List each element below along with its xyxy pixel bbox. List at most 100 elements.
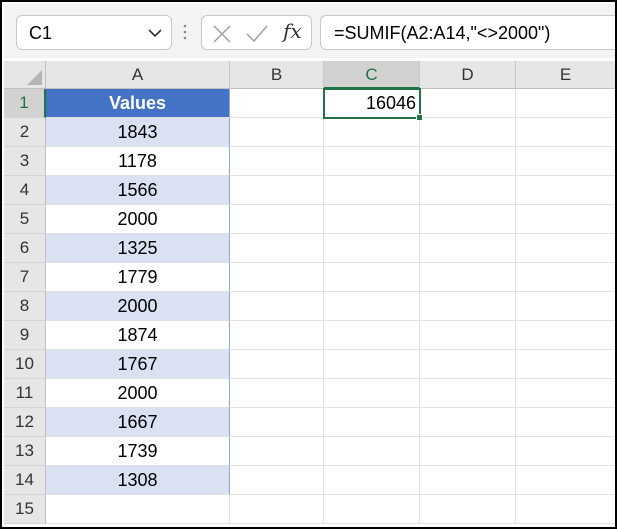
- cell-c10[interactable]: [324, 350, 420, 379]
- cell-c6[interactable]: [324, 234, 420, 263]
- cell-b1[interactable]: [230, 89, 324, 118]
- cell-e11[interactable]: [516, 379, 615, 408]
- formula-text[interactable]: =SUMIF(A2:A14,"<>2000"): [334, 23, 550, 44]
- cell-c14[interactable]: [324, 466, 420, 495]
- name-box-value[interactable]: C1: [29, 23, 52, 44]
- cell-c4[interactable]: [324, 176, 420, 205]
- column-header-c[interactable]: C: [324, 61, 420, 89]
- cell-b10[interactable]: [230, 350, 324, 379]
- cell-b3[interactable]: [230, 147, 324, 176]
- cell-b2[interactable]: [230, 118, 324, 147]
- row-header-9[interactable]: 9: [4, 321, 46, 350]
- cell-a15[interactable]: [46, 495, 230, 524]
- cell-c11[interactable]: [324, 379, 420, 408]
- cell-e3[interactable]: [516, 147, 615, 176]
- cell-d7[interactable]: [420, 263, 516, 292]
- row-header-10[interactable]: 10: [4, 350, 46, 379]
- cell-e12[interactable]: [516, 408, 615, 437]
- cell-c7[interactable]: [324, 263, 420, 292]
- cell-a2[interactable]: 1843: [46, 118, 230, 147]
- column-header-e[interactable]: E: [516, 61, 615, 89]
- cell-e10[interactable]: [516, 350, 615, 379]
- cell-a1[interactable]: Values: [46, 89, 230, 118]
- cell-e7[interactable]: [516, 263, 615, 292]
- cell-e14[interactable]: [516, 466, 615, 495]
- cell-d8[interactable]: [420, 292, 516, 321]
- column-header-d[interactable]: D: [420, 61, 516, 89]
- cell-b6[interactable]: [230, 234, 324, 263]
- formula-input[interactable]: =SUMIF(A2:A14,"<>2000"): [320, 15, 615, 50]
- row-header-15[interactable]: 15: [4, 495, 46, 524]
- cell-e2[interactable]: [516, 118, 615, 147]
- row-header-5[interactable]: 5: [4, 205, 46, 234]
- fill-handle[interactable]: [416, 114, 423, 121]
- row-header-4[interactable]: 4: [4, 176, 46, 205]
- row-header-6[interactable]: 6: [4, 234, 46, 263]
- cell-e13[interactable]: [516, 437, 615, 466]
- cell-d12[interactable]: [420, 408, 516, 437]
- cell-a14[interactable]: 1308: [46, 466, 230, 495]
- cell-d1[interactable]: [420, 89, 516, 118]
- name-box[interactable]: C1: [16, 15, 172, 50]
- cell-b8[interactable]: [230, 292, 324, 321]
- row-header-11[interactable]: 11: [4, 379, 46, 408]
- cell-b14[interactable]: [230, 466, 324, 495]
- row-header-2[interactable]: 2: [4, 118, 46, 147]
- cell-a5[interactable]: 2000: [46, 205, 230, 234]
- cell-e5[interactable]: [516, 205, 615, 234]
- cell-d3[interactable]: [420, 147, 516, 176]
- cell-a3[interactable]: 1178: [46, 147, 230, 176]
- cell-d13[interactable]: [420, 437, 516, 466]
- row-header-8[interactable]: 8: [4, 292, 46, 321]
- cell-d5[interactable]: [420, 205, 516, 234]
- cell-c2[interactable]: [324, 118, 420, 147]
- row-header-3[interactable]: 3: [4, 147, 46, 176]
- cell-a4[interactable]: 1566: [46, 176, 230, 205]
- select-all-corner[interactable]: [4, 61, 46, 89]
- checkmark-icon[interactable]: [246, 25, 268, 43]
- cell-e6[interactable]: [516, 234, 615, 263]
- cell-c5[interactable]: [324, 205, 420, 234]
- row-header-1[interactable]: 1: [4, 89, 46, 118]
- cell-d2[interactable]: [420, 118, 516, 147]
- cell-d11[interactable]: [420, 379, 516, 408]
- cell-b12[interactable]: [230, 408, 324, 437]
- row-header-7[interactable]: 7: [4, 263, 46, 292]
- cell-b13[interactable]: [230, 437, 324, 466]
- vertical-dots-icon[interactable]: [183, 24, 187, 42]
- cell-a9[interactable]: 1874: [46, 321, 230, 350]
- cell-b7[interactable]: [230, 263, 324, 292]
- cell-d6[interactable]: [420, 234, 516, 263]
- cell-a8[interactable]: 2000: [46, 292, 230, 321]
- cell-c1[interactable]: 16046: [324, 89, 420, 118]
- cell-a7[interactable]: 1779: [46, 263, 230, 292]
- cell-a12[interactable]: 1667: [46, 408, 230, 437]
- cell-c13[interactable]: [324, 437, 420, 466]
- cell-c8[interactable]: [324, 292, 420, 321]
- cell-b4[interactable]: [230, 176, 324, 205]
- cell-b11[interactable]: [230, 379, 324, 408]
- cell-e4[interactable]: [516, 176, 615, 205]
- cell-c3[interactable]: [324, 147, 420, 176]
- cell-d10[interactable]: [420, 350, 516, 379]
- cell-e9[interactable]: [516, 321, 615, 350]
- cell-e1[interactable]: [516, 89, 615, 118]
- row-header-14[interactable]: 14: [4, 466, 46, 495]
- row-header-13[interactable]: 13: [4, 437, 46, 466]
- row-header-12[interactable]: 12: [4, 408, 46, 437]
- cell-d9[interactable]: [420, 321, 516, 350]
- cell-c15[interactable]: [324, 495, 420, 524]
- cell-d14[interactable]: [420, 466, 516, 495]
- column-header-b[interactable]: B: [230, 61, 324, 89]
- cell-b5[interactable]: [230, 205, 324, 234]
- cell-d15[interactable]: [420, 495, 516, 524]
- cell-e15[interactable]: [516, 495, 615, 524]
- column-header-a[interactable]: A: [46, 61, 230, 89]
- cell-e8[interactable]: [516, 292, 615, 321]
- cell-a11[interactable]: 2000: [46, 379, 230, 408]
- close-icon[interactable]: [213, 25, 231, 43]
- cell-b15[interactable]: [230, 495, 324, 524]
- cell-b9[interactable]: [230, 321, 324, 350]
- chevron-down-icon[interactable]: [147, 25, 163, 41]
- cell-a6[interactable]: 1325: [46, 234, 230, 263]
